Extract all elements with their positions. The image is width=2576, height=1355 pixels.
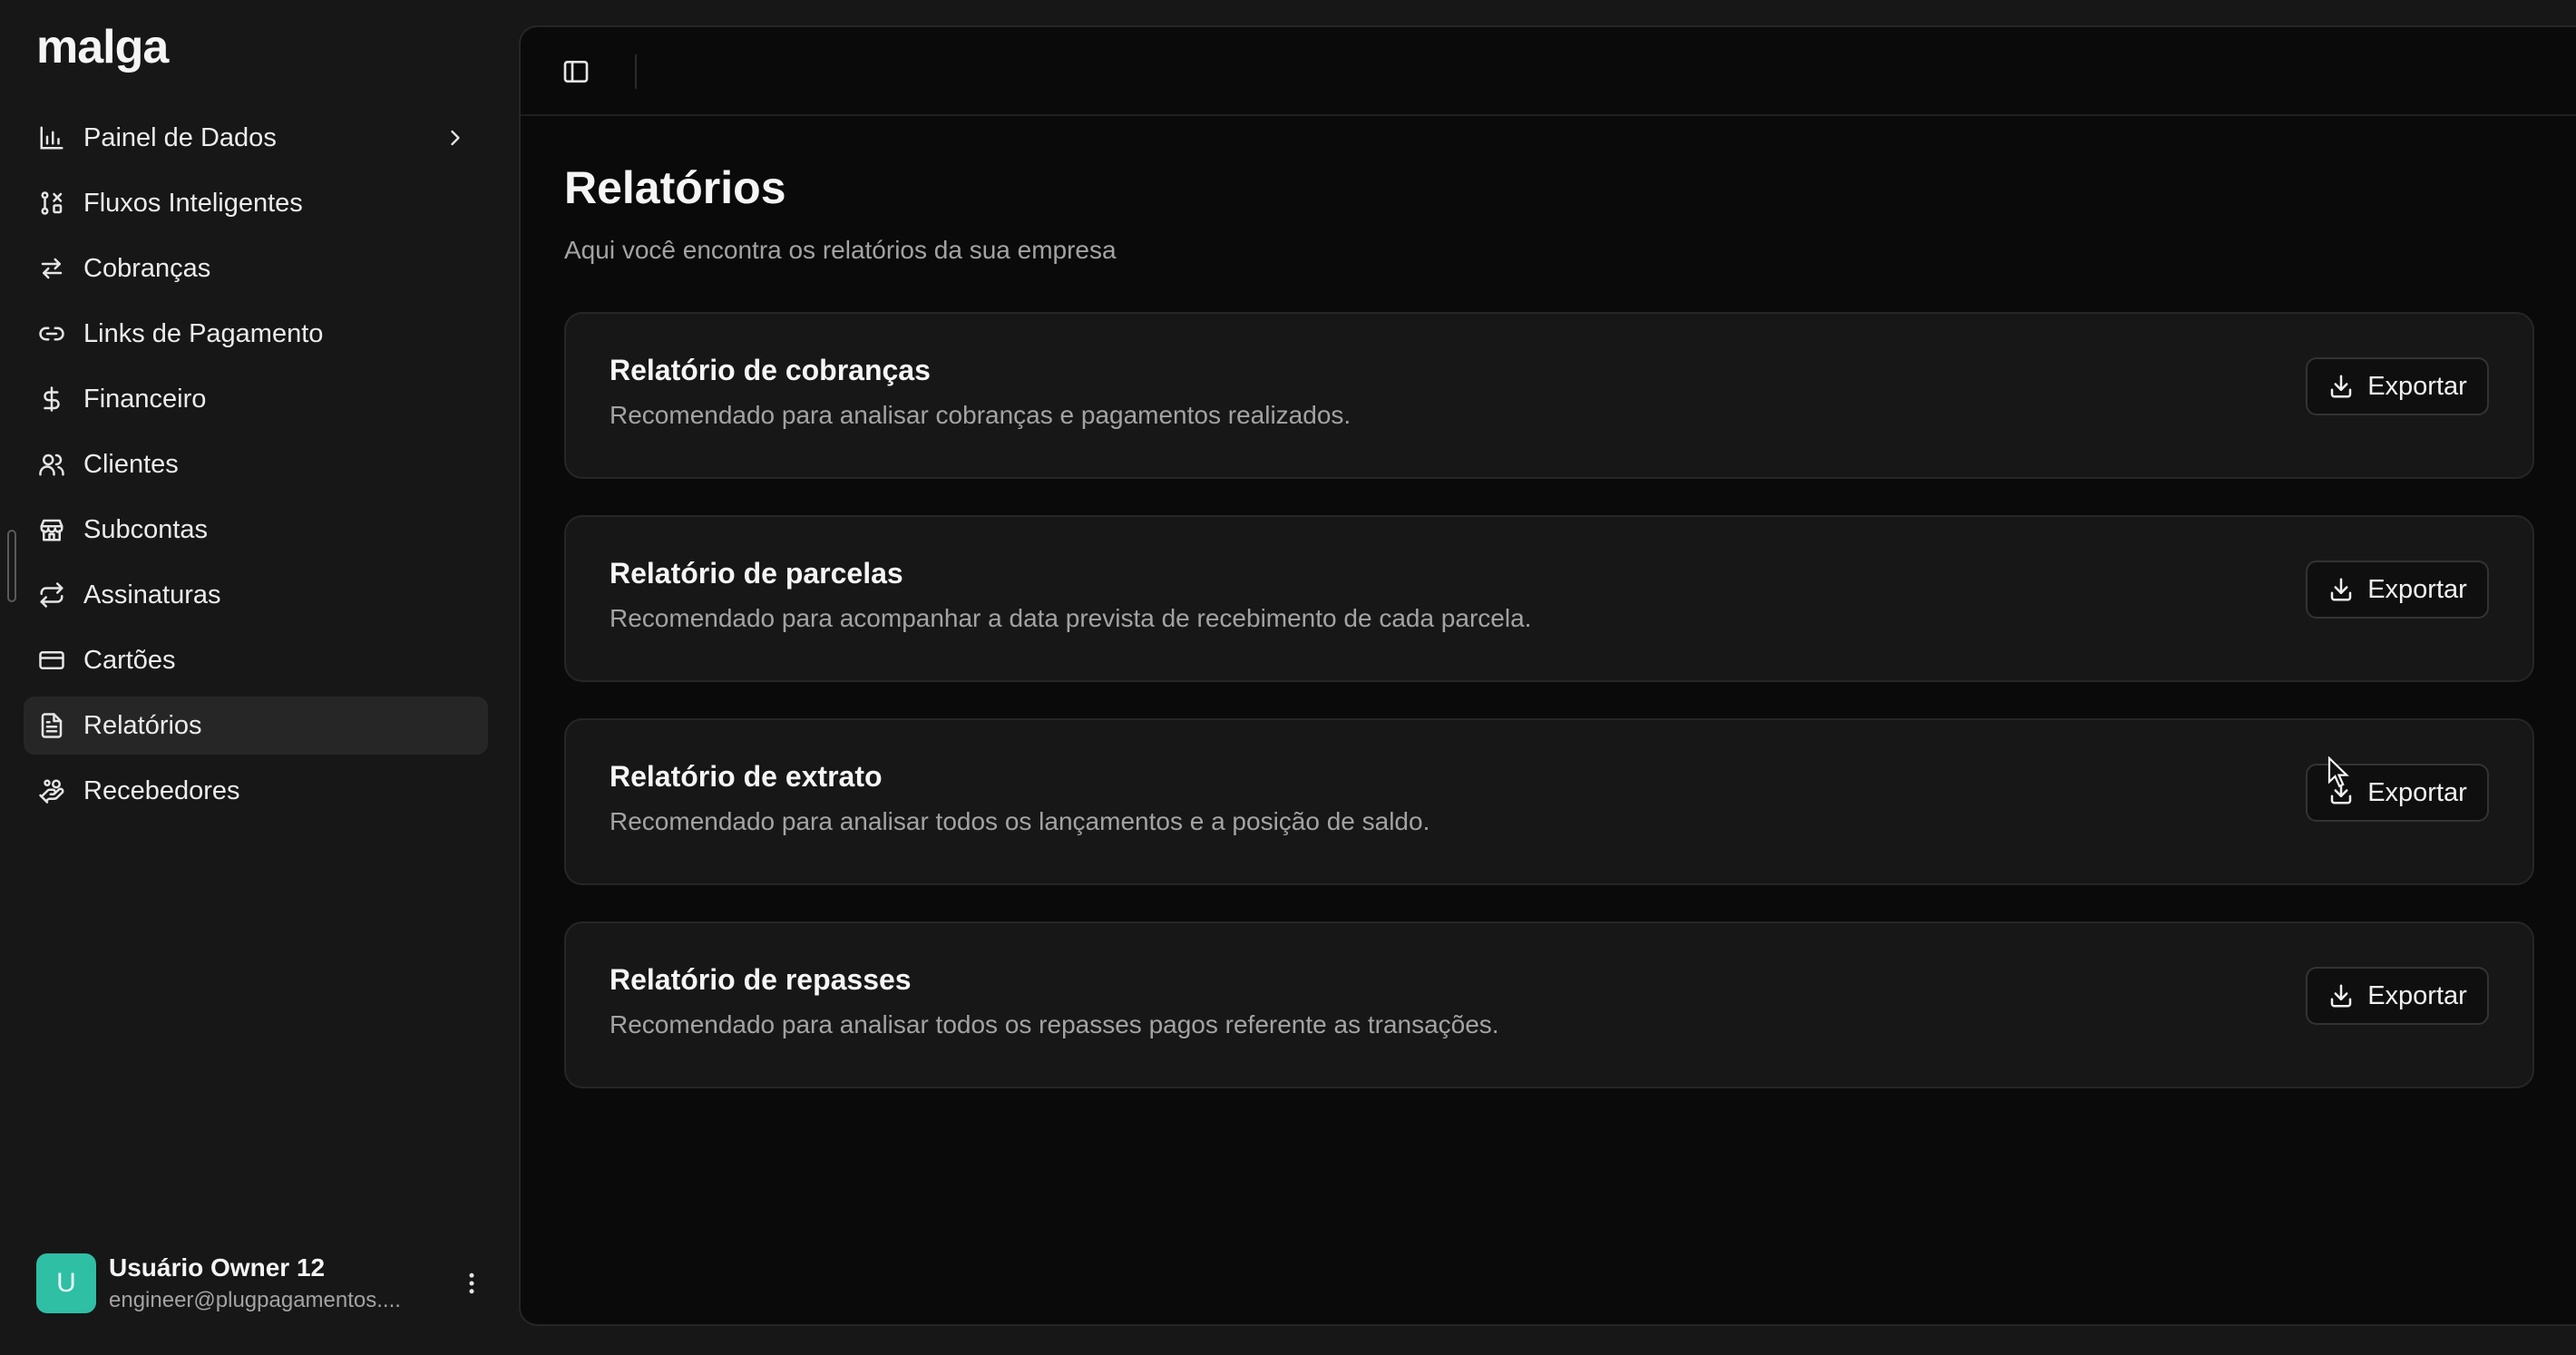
store-icon bbox=[38, 516, 65, 543]
sidebar-item-label: Links de Pagamento bbox=[83, 318, 324, 348]
topbar-divider bbox=[635, 54, 637, 89]
report-card-extrato: Relatório de extrato Recomendado para an… bbox=[564, 718, 2534, 885]
bar-chart-icon bbox=[38, 124, 65, 151]
sidebar-item-cobrancas[interactable]: Cobranças bbox=[24, 239, 488, 297]
link-icon bbox=[38, 320, 65, 347]
sidebar-item-links-de-pagamento[interactable]: Links de Pagamento bbox=[24, 305, 488, 363]
sidebar-item-subcontas[interactable]: Subcontas bbox=[24, 501, 488, 559]
user-profile[interactable]: U Usuário Owner 12 engineer@plugpagament… bbox=[36, 1250, 490, 1317]
user-menu-button[interactable] bbox=[454, 1265, 490, 1301]
sidebar-item-label: Recebedores bbox=[83, 775, 240, 805]
main-panel: Relatórios Aqui você encontra os relatór… bbox=[519, 25, 2576, 1326]
sidebar-item-label: Subcontas bbox=[83, 514, 209, 544]
report-title: Relatório de repasses bbox=[610, 963, 912, 996]
brand-logo[interactable]: malga bbox=[36, 20, 169, 74]
sidebar-item-recebedores[interactable]: Recebedores bbox=[24, 762, 488, 820]
users-icon bbox=[38, 451, 65, 478]
sidebar-item-clientes[interactable]: Clientes bbox=[24, 435, 488, 493]
arrows-exchange-icon bbox=[38, 255, 65, 282]
sidebar-item-fluxos-inteligentes[interactable]: Fluxos Inteligentes bbox=[24, 174, 488, 232]
report-title: Relatório de cobranças bbox=[610, 354, 931, 386]
sidebar-item-painel-de-dados[interactable]: Painel de Dados bbox=[24, 109, 488, 167]
report-title: Relatório de extrato bbox=[610, 760, 883, 793]
sidebar-item-assinaturas[interactable]: Assinaturas bbox=[24, 566, 488, 624]
report-card-repasses: Relatório de repasses Recomendado para a… bbox=[564, 921, 2534, 1088]
user-email: engineer@plugpagamentos.... bbox=[109, 1288, 401, 1312]
export-button-label: Exportar bbox=[2367, 980, 2467, 1010]
avatar: U bbox=[36, 1253, 96, 1313]
sidebar-item-label: Clientes bbox=[83, 449, 179, 479]
report-description: Recomendado para analisar cobranças e pa… bbox=[610, 401, 1351, 429]
toggle-sidebar-button[interactable] bbox=[557, 53, 595, 91]
export-button[interactable]: Exportar bbox=[2306, 967, 2489, 1025]
dollar-icon bbox=[38, 385, 65, 413]
reports-list: Relatório de cobranças Recomendado para … bbox=[564, 312, 2534, 1125]
report-description: Recomendado para acompanhar a data previ… bbox=[610, 604, 1532, 632]
report-description: Recomendado para analisar todos os repas… bbox=[610, 1010, 1499, 1038]
user-info: Usuário Owner 12 engineer@plugpagamentos… bbox=[109, 1253, 454, 1313]
sidebar-item-label: Painel de Dados bbox=[83, 122, 277, 152]
page-subtitle: Aqui você encontra os relatórios da sua … bbox=[564, 236, 1117, 264]
sidebar-item-label: Assinaturas bbox=[83, 580, 221, 609]
app-window: malga Painel de Dados Fluxos Inteligente… bbox=[0, 0, 2576, 1355]
user-name: Usuário Owner 12 bbox=[109, 1253, 326, 1282]
sidebar-item-label: Cobranças bbox=[83, 253, 211, 283]
export-button-label: Exportar bbox=[2367, 574, 2467, 604]
sidebar-item-financeiro[interactable]: Financeiro bbox=[24, 370, 488, 428]
export-button[interactable]: Exportar bbox=[2306, 357, 2489, 415]
sidebar-item-label: Relatórios bbox=[83, 710, 202, 740]
hand-coins-icon bbox=[38, 777, 65, 804]
export-button-label: Exportar bbox=[2367, 777, 2467, 807]
report-description: Recomendado para analisar todos os lança… bbox=[610, 807, 1430, 835]
download-icon bbox=[2327, 982, 2355, 1009]
sidebar-toggle-icon bbox=[563, 61, 589, 83]
sidebar-item-label: Fluxos Inteligentes bbox=[83, 188, 303, 218]
repeat-icon bbox=[38, 581, 65, 609]
chevron-right-icon bbox=[443, 125, 468, 151]
page-title: Relatórios bbox=[564, 162, 786, 213]
export-button-label: Exportar bbox=[2367, 371, 2467, 401]
export-button[interactable]: Exportar bbox=[2306, 561, 2489, 619]
credit-card-icon bbox=[38, 647, 65, 674]
file-report-icon bbox=[38, 712, 65, 739]
sidebar-item-label: Financeiro bbox=[83, 384, 207, 414]
report-card-cobrancas: Relatório de cobranças Recomendado para … bbox=[564, 312, 2534, 479]
more-vertical-icon bbox=[469, 1272, 474, 1294]
workflow-icon bbox=[38, 190, 65, 217]
download-icon bbox=[2327, 576, 2355, 603]
sidebar: malga Painel de Dados Fluxos Inteligente… bbox=[0, 0, 504, 1355]
mouse-cursor-icon bbox=[2327, 756, 2349, 788]
sidebar-item-relatorios[interactable]: Relatórios bbox=[24, 697, 488, 755]
topbar bbox=[521, 27, 2576, 116]
download-icon bbox=[2327, 373, 2355, 400]
report-card-parcelas: Relatório de parcelas Recomendado para a… bbox=[564, 515, 2534, 682]
sidebar-item-label: Cartões bbox=[83, 645, 176, 675]
sidebar-nav: Painel de Dados Fluxos Inteligentes Cobr… bbox=[24, 109, 488, 827]
sidebar-item-cartoes[interactable]: Cartões bbox=[24, 631, 488, 689]
report-title: Relatório de parcelas bbox=[610, 557, 903, 590]
sidebar-scrollbar[interactable] bbox=[7, 530, 16, 602]
